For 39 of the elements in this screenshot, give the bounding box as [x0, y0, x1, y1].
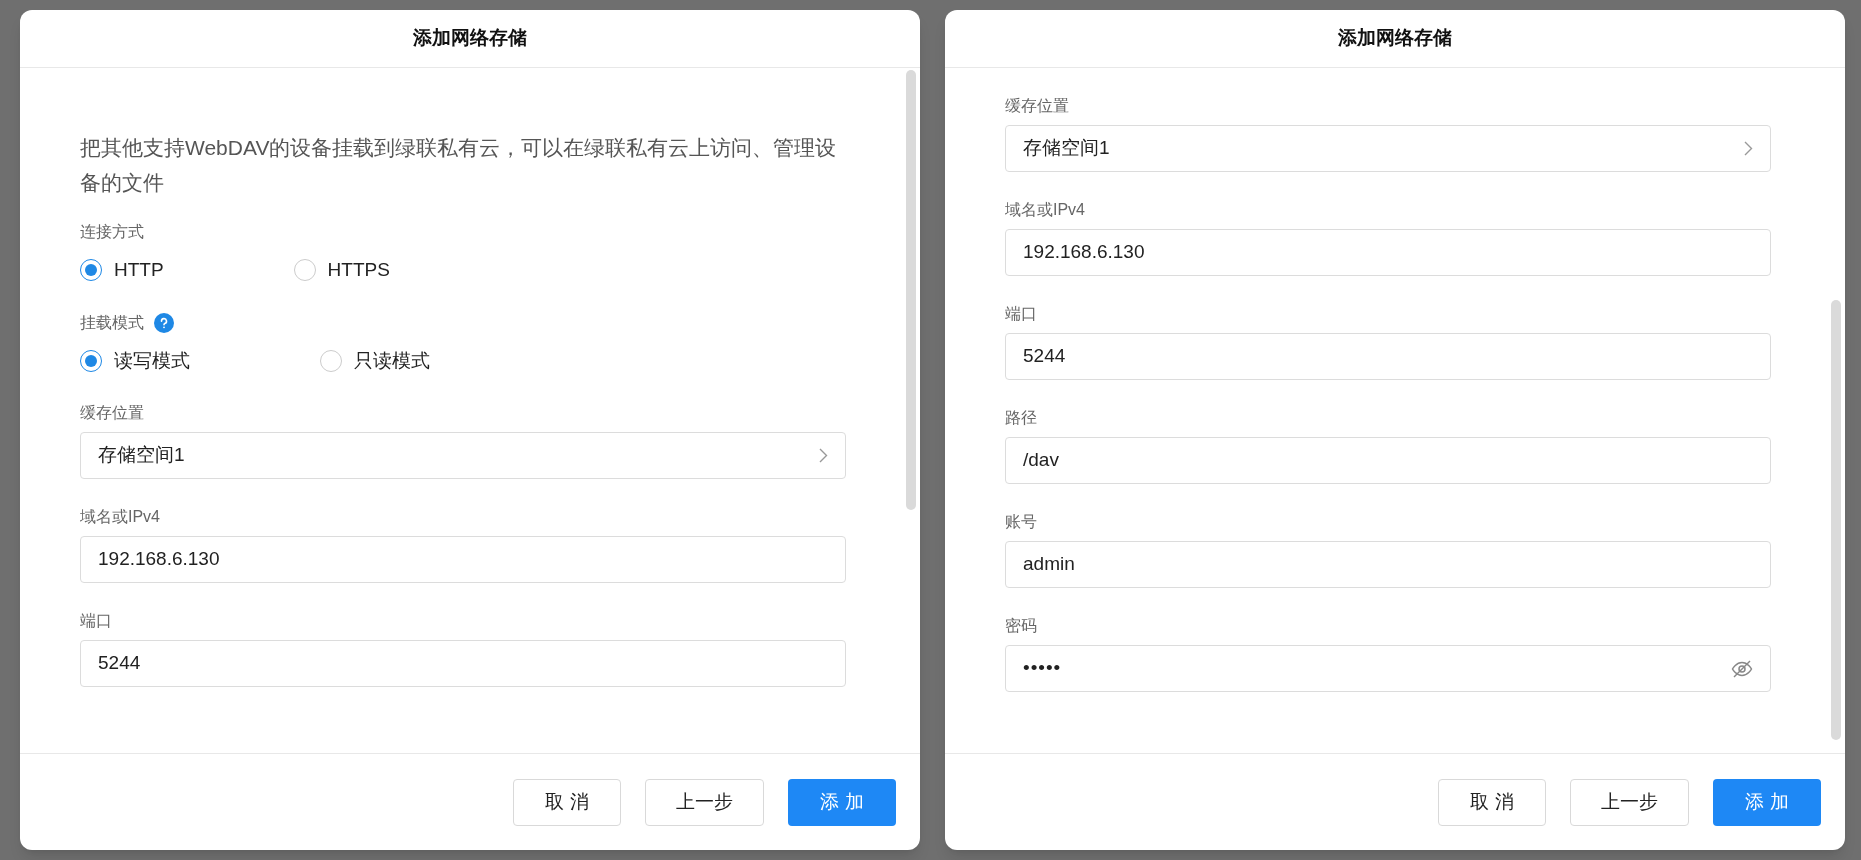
scrollbar[interactable]	[1831, 300, 1841, 740]
dialog-title: 添加网络存储	[1338, 26, 1452, 51]
secondary-button[interactable]: 取 消	[1438, 778, 1546, 826]
chevron-right-icon	[1744, 141, 1753, 156]
chevron-right-icon	[819, 448, 828, 463]
input-field[interactable]: 5244	[1005, 333, 1771, 380]
select-field[interactable]: 存储空间1	[80, 432, 846, 479]
primary-button[interactable]: 添 加	[1713, 778, 1821, 826]
field-label: 域名或IPv4	[1005, 200, 1086, 220]
field-label: 账号	[1005, 512, 1038, 532]
secondary-button[interactable]: 上一步	[645, 778, 764, 826]
field-label: 域名或IPv4	[80, 507, 161, 527]
dialog-title: 添加网络存储	[413, 26, 527, 51]
input-field[interactable]: 192.168.6.130	[80, 536, 846, 583]
input-field[interactable]: admin	[1005, 541, 1771, 588]
field-label: 缓存位置	[1005, 96, 1070, 116]
secondary-button[interactable]: 取 消	[513, 778, 621, 826]
radio-option[interactable]: HTTP	[80, 256, 164, 285]
primary-button[interactable]: 添 加	[788, 778, 896, 826]
description: 把其他支持WebDAV的设备挂载到绿联私有云，可以在绿联私有云上访问、管理设备的文件	[80, 135, 838, 196]
select-field[interactable]: 存储空间1	[1005, 125, 1771, 172]
radio-option[interactable]: 只读模式	[320, 346, 430, 375]
field-label: 路径	[1005, 408, 1038, 428]
input-field[interactable]: 192.168.6.130	[1005, 229, 1771, 276]
field-label: 缓存位置	[80, 403, 145, 423]
input-field[interactable]: /dav	[1005, 437, 1771, 484]
eye-off-icon[interactable]	[1731, 659, 1753, 678]
secondary-button[interactable]: 上一步	[1570, 778, 1689, 826]
scrollbar[interactable]	[906, 70, 916, 510]
radio-option[interactable]: 读写模式	[80, 346, 190, 375]
field-label: 端口	[1005, 304, 1038, 324]
password-field[interactable]: •••••	[1005, 645, 1771, 692]
help-icon[interactable]	[154, 312, 174, 333]
field-label: 连接方式	[80, 222, 144, 242]
radio-option[interactable]: HTTPS	[293, 256, 390, 285]
field-label: 端口	[80, 611, 113, 631]
field-label: 密码	[1005, 616, 1038, 636]
field-label: 挂载模式	[80, 312, 144, 333]
input-field[interactable]: 5244	[80, 640, 846, 687]
